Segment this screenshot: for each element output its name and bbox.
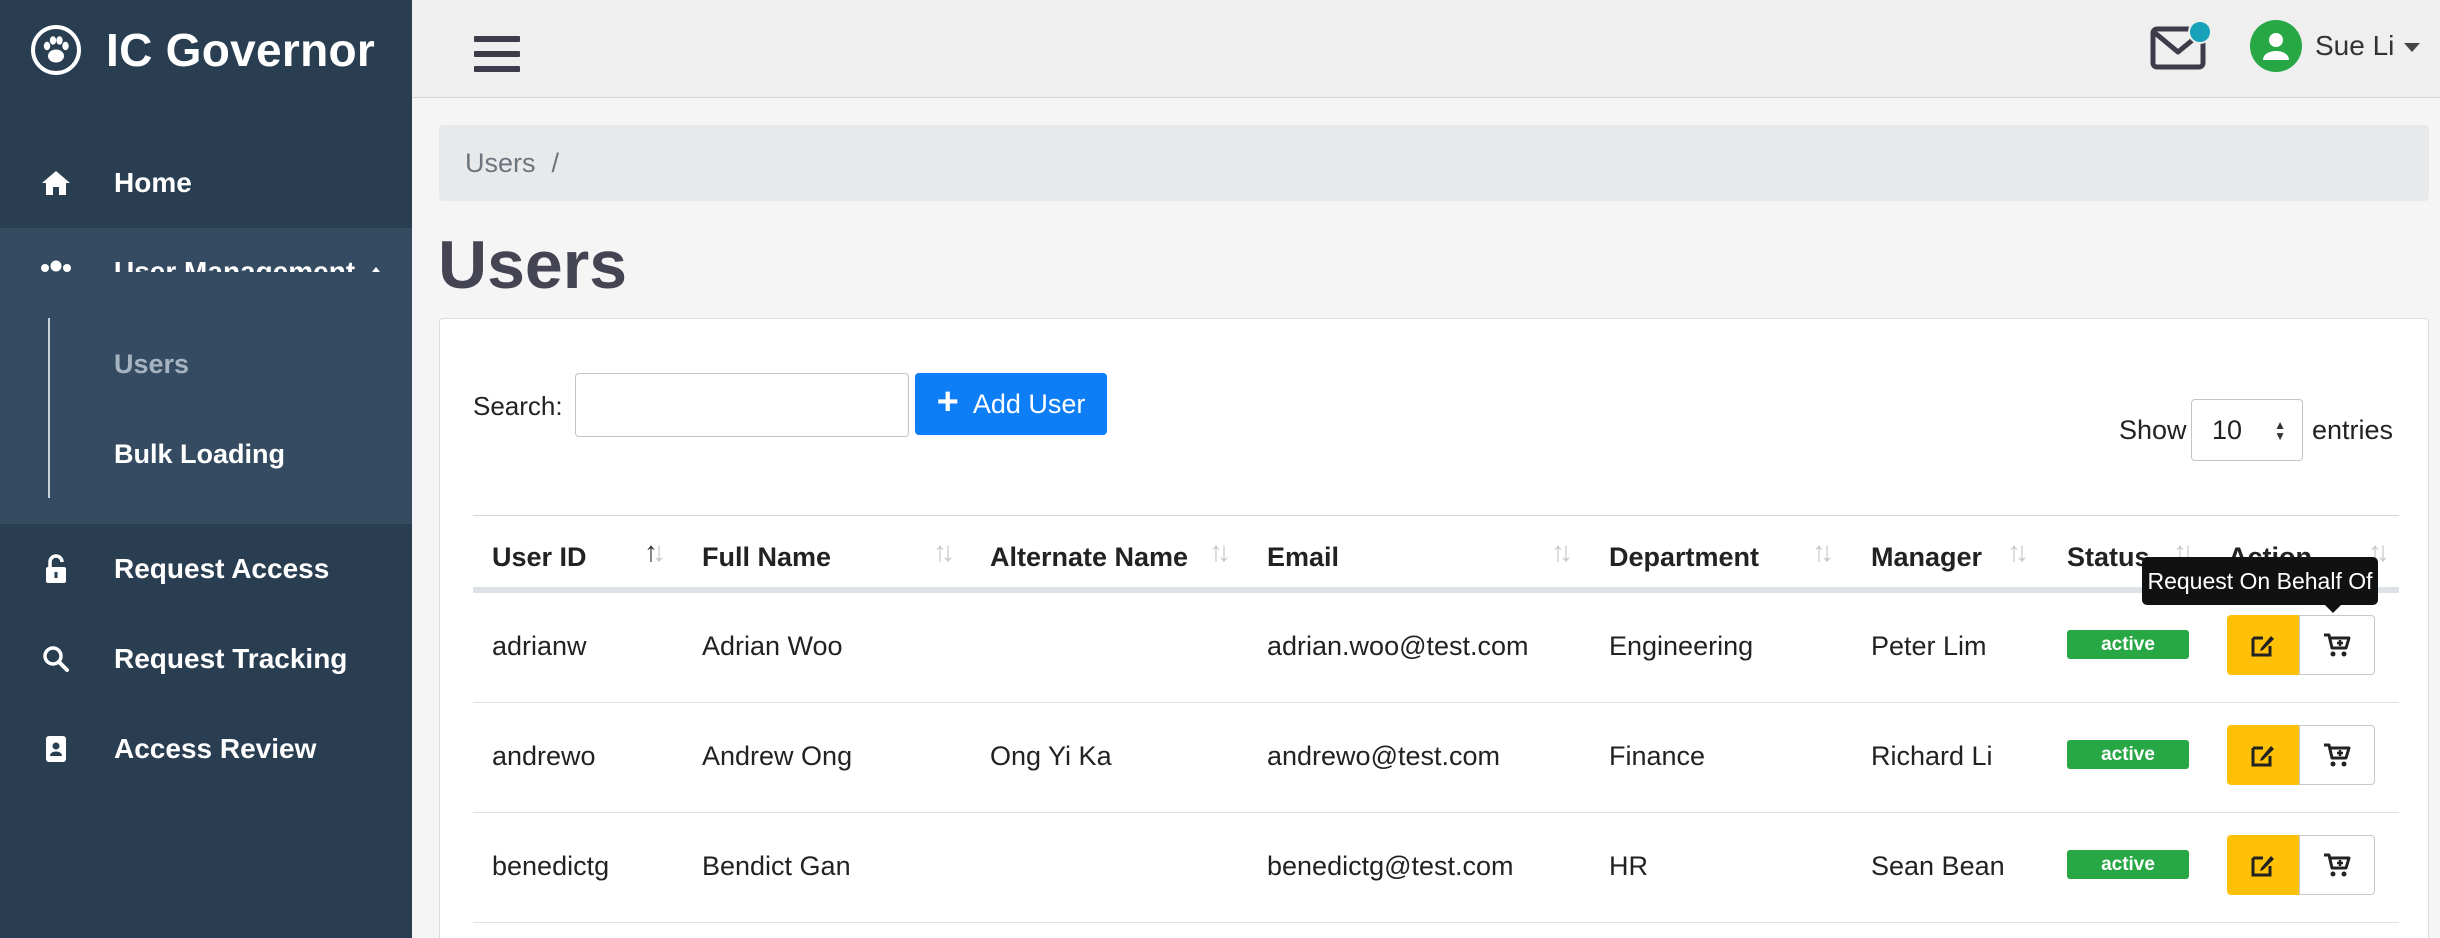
- plus-icon: +: [936, 380, 959, 423]
- cell-department: HR: [1609, 851, 1648, 881]
- sidebar: IC Governor Home User Management Users B…: [0, 0, 412, 938]
- cell-alternate-name: Ong Yi Ka: [990, 741, 1112, 771]
- edit-icon: [2251, 856, 2274, 877]
- sort-icon[interactable]: ↑↓: [933, 536, 955, 568]
- column-header-department[interactable]: Department: [1609, 542, 1759, 573]
- tooltip: Request On Behalf Of: [2142, 557, 2378, 605]
- edit-user-button[interactable]: [2227, 725, 2299, 785]
- table-row: benedictg Bendict Gan benedictg@test.com…: [473, 813, 2399, 923]
- users-card: Search: + Add User Show 10 ▲ ▼ entries Us…: [439, 318, 2429, 938]
- column-header-alternate-name[interactable]: Alternate Name: [990, 542, 1188, 573]
- add-user-label: Add User: [972, 388, 1086, 419]
- tooltip-arrow: [2324, 604, 2342, 613]
- sidebar-item-label: Request Tracking: [114, 643, 348, 674]
- cell-email: adrian.woo@test.com: [1267, 631, 1529, 661]
- request-on-behalf-button[interactable]: [2299, 835, 2375, 895]
- request-on-behalf-button[interactable]: [2299, 615, 2375, 675]
- cell-full-name: Adrian Woo: [702, 631, 843, 661]
- sidebar-subitem-bulk-loading[interactable]: Bulk Loading: [114, 439, 285, 470]
- cart-icon: [2324, 633, 2351, 657]
- id-badge-icon: [38, 731, 74, 767]
- column-header-email[interactable]: Email: [1267, 542, 1339, 573]
- sidebar-item-request-access[interactable]: Request Access: [0, 524, 412, 614]
- notification-dot: [2188, 20, 2212, 44]
- request-on-behalf-button[interactable]: [2299, 725, 2375, 785]
- cart-icon: [2324, 853, 2351, 877]
- search-icon: [38, 641, 74, 677]
- sort-icon[interactable]: ↑↓: [1551, 536, 1573, 568]
- cell-email: andrewo@test.com: [1267, 741, 1501, 771]
- cell-user-id: andrewo: [492, 741, 596, 771]
- sidebar-item-access-review[interactable]: Access Review: [0, 704, 412, 794]
- menu-toggle-icon[interactable]: [474, 36, 520, 78]
- cell-full-name: Andrew Ong: [702, 741, 853, 771]
- sort-icon[interactable]: ↑↓: [644, 536, 666, 568]
- edit-user-button[interactable]: [2227, 835, 2299, 895]
- edit-user-button[interactable]: [2227, 615, 2299, 675]
- sidebar-subitem-users[interactable]: Users: [114, 349, 189, 380]
- edit-icon: [2251, 746, 2274, 767]
- table-header: User ID ↑↓ Full Name ↑↓ Alternate Name ↑…: [473, 515, 2399, 593]
- user-name[interactable]: Sue Li: [2315, 30, 2394, 62]
- cell-user-id: benedictg: [492, 851, 610, 881]
- breadcrumb: Users /: [439, 125, 2429, 201]
- cell-manager: Peter Lim: [1871, 631, 1987, 661]
- user-icon: [2263, 33, 2289, 60]
- users-table: User ID ↑↓ Full Name ↑↓ Alternate Name ↑…: [473, 515, 2399, 923]
- status-badge: active: [2067, 850, 2189, 879]
- user-management-submenu: Users Bulk Loading: [0, 272, 412, 524]
- cell-manager: Richard Li: [1871, 741, 1993, 771]
- search-input[interactable]: [575, 373, 909, 437]
- table-row: andrewo Andrew Ong Ong Yi Ka andrewo@tes…: [473, 703, 2399, 813]
- sort-icon[interactable]: ↑↓: [2007, 536, 2029, 568]
- edit-icon: [2251, 636, 2274, 657]
- sidebar-item-label: Home: [114, 167, 192, 198]
- entries-select[interactable]: 10 ▲ ▼: [2191, 399, 2303, 461]
- entries-label: entries: [2312, 415, 2394, 445]
- unlock-icon: [38, 551, 74, 587]
- submenu-divider: [48, 318, 50, 498]
- status-badge: active: [2067, 630, 2189, 659]
- cart-icon: [2324, 743, 2351, 767]
- sort-icon[interactable]: ↑↓: [1209, 536, 1231, 568]
- cell-user-id: adrianw: [492, 631, 587, 661]
- add-user-button[interactable]: + Add User: [915, 373, 1107, 435]
- chevron-down-icon[interactable]: [2404, 43, 2420, 52]
- app-title: IC Governor: [106, 24, 376, 76]
- cell-department: Engineering: [1609, 631, 1754, 661]
- select-arrows-icon: ▲ ▼: [2274, 418, 2286, 443]
- page-title: Users: [438, 227, 628, 303]
- home-icon: [38, 165, 74, 201]
- cell-manager: Sean Bean: [1871, 851, 2005, 881]
- show-label: Show: [2119, 415, 2187, 445]
- cell-department: Finance: [1609, 741, 1706, 771]
- entries-select-value: 10: [2212, 414, 2243, 445]
- topbar: Sue Li: [412, 0, 2440, 98]
- column-header-full-name[interactable]: Full Name: [702, 542, 831, 573]
- table-row: adrianw Adrian Woo adrian.woo@test.com E…: [473, 593, 2399, 703]
- sidebar-item-request-tracking[interactable]: Request Tracking: [0, 614, 412, 704]
- cell-full-name: Bendict Gan: [702, 851, 851, 881]
- column-header-manager[interactable]: Manager: [1871, 542, 1982, 573]
- column-header-user-id[interactable]: User ID: [492, 542, 587, 573]
- column-header-status[interactable]: Status: [2067, 542, 2150, 573]
- sidebar-item-label: Request Access: [114, 553, 330, 584]
- sort-icon[interactable]: ↑↓: [1812, 536, 1834, 568]
- search-label: Search:: [473, 391, 563, 421]
- paw-icon: [31, 25, 81, 75]
- brand[interactable]: IC Governor: [30, 22, 375, 78]
- breadcrumb-separator: /: [551, 147, 560, 178]
- status-badge: active: [2067, 740, 2189, 769]
- breadcrumb-item-users[interactable]: Users: [465, 148, 536, 179]
- cell-email: benedictg@test.com: [1267, 851, 1514, 881]
- avatar[interactable]: [2250, 20, 2302, 72]
- sidebar-item-home[interactable]: Home: [0, 138, 412, 228]
- sidebar-item-label: Access Review: [114, 733, 317, 764]
